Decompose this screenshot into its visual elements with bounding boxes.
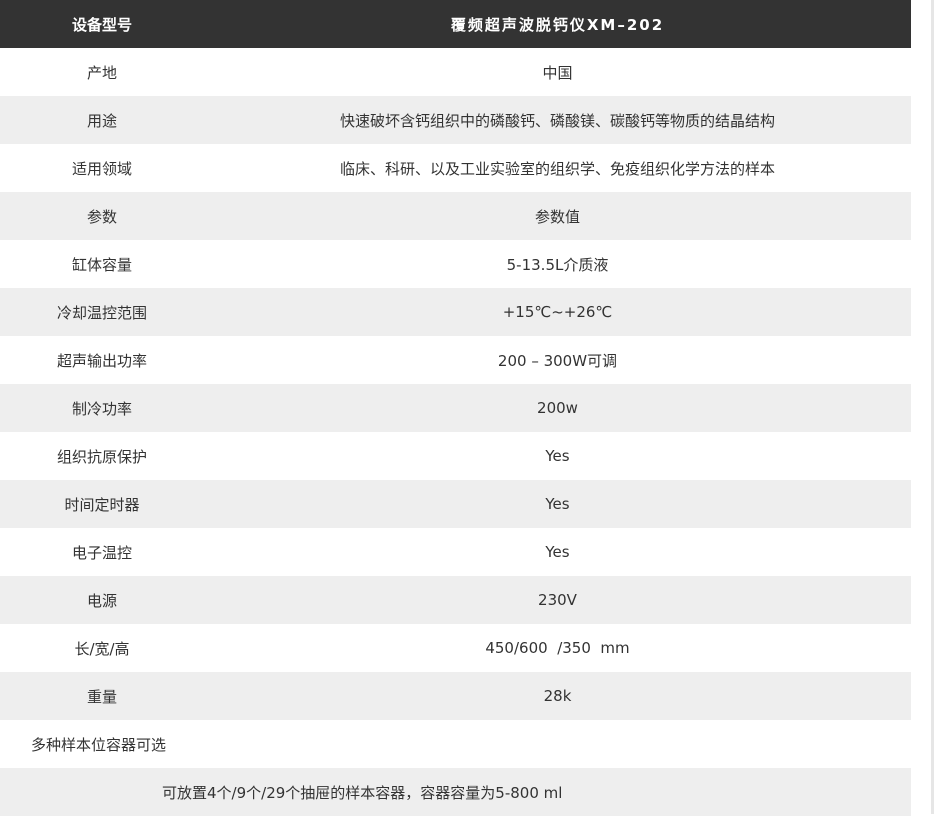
row-value: Yes [545, 495, 570, 513]
row-value: 200w [537, 399, 578, 417]
table-row: 产地 中国 [0, 48, 911, 96]
row-label: 重量 [86, 687, 117, 706]
row-label: 冷却温控范围 [56, 303, 147, 322]
row-value: +15℃~+26℃ [502, 303, 613, 321]
row-label: 适用领域 [71, 159, 132, 178]
note-text: 可放置4个/9个/29个抽屉的样本容器，容器容量为5-800 ml [162, 783, 563, 802]
row-label: 参数 [86, 207, 117, 226]
table-row: 电源 230V [0, 576, 911, 624]
row-label: 电子温控 [71, 543, 132, 562]
row-label: 缸体容量 [71, 255, 132, 274]
table-row: 制冷功率 200w [0, 384, 911, 432]
row-value: 28k [543, 687, 572, 705]
table-row: 电子温控 Yes [0, 528, 911, 576]
note-text-row: 可放置4个/9个/29个抽屉的样本容器，容器容量为5-800 ml [0, 768, 911, 816]
row-value: 200 – 300W可调 [497, 351, 618, 370]
table-header-row: 设备型号 覆频超声波脱钙仪XM–202 [0, 0, 911, 48]
table-row: 超声输出功率 200 – 300W可调 [0, 336, 911, 384]
spec-table: 设备型号 覆频超声波脱钙仪XM–202 产地 中国 用途 快速破坏含钙组织中的磷… [0, 0, 911, 816]
row-value: 中国 [542, 63, 573, 82]
header-value: 覆频超声波脱钙仪XM–202 [450, 15, 665, 34]
row-value: 5-13.5L介质液 [506, 255, 609, 274]
row-label: 时间定时器 [64, 495, 140, 514]
row-label: 制冷功率 [71, 399, 132, 418]
table-row: 长/宽/高 450/600 /350 mm [0, 624, 911, 672]
table-row: 用途 快速破坏含钙组织中的磷酸钙、磷酸镁、碳酸钙等物质的结晶结构 [0, 96, 911, 144]
row-value: Yes [545, 543, 570, 561]
table-row: 冷却温控范围 +15℃~+26℃ [0, 288, 911, 336]
table-row: 组织抗原保护 Yes [0, 432, 911, 480]
table-row: 参数 参数值 [0, 192, 911, 240]
table-row: 重量 28k [0, 672, 911, 720]
row-label: 组织抗原保护 [56, 447, 147, 466]
table-row: 时间定时器 Yes [0, 480, 911, 528]
row-value: 临床、科研、以及工业实验室的组织学、免疫组织化学方法的样本 [339, 159, 775, 178]
table-row: 适用领域 临床、科研、以及工业实验室的组织学、免疫组织化学方法的样本 [0, 144, 911, 192]
row-label: 长/宽/高 [74, 639, 130, 658]
row-label: 电源 [86, 591, 117, 610]
header-label: 设备型号 [71, 15, 132, 34]
row-value: Yes [545, 447, 570, 465]
note-title: 多种样本位容器可选 [31, 735, 167, 754]
table-row: 缸体容量 5-13.5L介质液 [0, 240, 911, 288]
row-label: 超声输出功率 [56, 351, 147, 370]
row-value: 230V [538, 591, 577, 609]
row-value: 参数值 [534, 207, 580, 226]
row-value: 快速破坏含钙组织中的磷酸钙、磷酸镁、碳酸钙等物质的结晶结构 [339, 111, 775, 130]
note-title-row: 多种样本位容器可选 [0, 720, 911, 768]
row-label: 用途 [86, 111, 117, 130]
row-label: 产地 [86, 63, 117, 82]
row-value: 450/600 /350 mm [485, 639, 630, 657]
